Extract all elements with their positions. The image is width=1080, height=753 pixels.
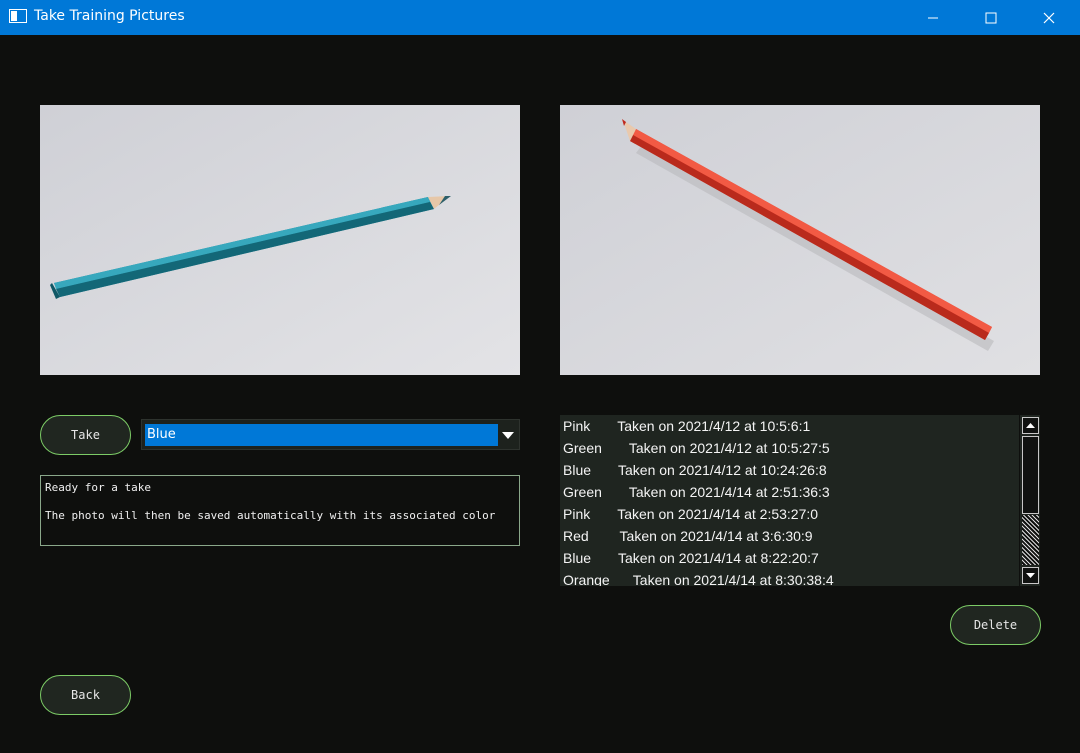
app-icon — [9, 9, 27, 23]
chevron-down-icon[interactable] — [500, 428, 516, 442]
close-icon — [1043, 12, 1055, 23]
scroll-up-button[interactable] — [1022, 417, 1039, 434]
window-titlebar: Take Training Pictures — [0, 0, 1080, 35]
list-item[interactable]: Pink Taken on 2021/4/12 at 10:5:6:1 — [560, 415, 1018, 437]
color-select[interactable]: Blue — [141, 419, 520, 450]
camera-preview — [40, 105, 520, 375]
scroll-thumb[interactable] — [1022, 436, 1039, 514]
delete-button[interactable]: Delete — [950, 605, 1041, 645]
maximize-icon — [985, 12, 997, 23]
list-item[interactable]: Blue Taken on 2021/4/14 at 8:22:20:7 — [560, 547, 1018, 569]
list-scrollbar[interactable] — [1019, 415, 1040, 586]
minimize-button[interactable] — [904, 0, 962, 35]
take-button[interactable]: Take — [40, 415, 131, 455]
list-item[interactable]: Orange Taken on 2021/4/14 at 8:30:38:4 — [560, 569, 1018, 586]
pictures-list[interactable]: Pink Taken on 2021/4/12 at 10:5:6:1 Green… — [560, 415, 1040, 586]
list-item[interactable]: Pink Taken on 2021/4/14 at 2:53:27:0 — [560, 503, 1018, 525]
list-item[interactable]: Green Taken on 2021/4/12 at 10:5:27:5 — [560, 437, 1018, 459]
minimize-icon — [928, 17, 938, 18]
close-button[interactable] — [1020, 0, 1078, 35]
status-text: Ready for a take The photo will then be … — [40, 475, 520, 546]
selected-photo — [560, 105, 1040, 375]
list-item[interactable]: Red Taken on 2021/4/14 at 3:6:30:9 — [560, 525, 1018, 547]
list-item[interactable]: Green Taken on 2021/4/14 at 2:51:36:3 — [560, 481, 1018, 503]
chevron-up-icon — [1026, 423, 1035, 428]
color-select-value: Blue — [145, 424, 498, 446]
blue-pencil-photo — [40, 105, 520, 375]
window-title: Take Training Pictures — [34, 8, 185, 24]
back-button[interactable]: Back — [40, 675, 131, 715]
chevron-down-icon — [1026, 573, 1035, 578]
red-pencil-photo — [560, 105, 1040, 375]
pictures-list-items: Pink Taken on 2021/4/12 at 10:5:6:1 Green… — [560, 415, 1018, 586]
maximize-button[interactable] — [962, 0, 1020, 35]
scroll-down-button[interactable] — [1022, 567, 1039, 584]
list-item[interactable]: Blue Taken on 2021/4/12 at 10:24:26:8 — [560, 459, 1018, 481]
scroll-track[interactable] — [1022, 515, 1039, 565]
